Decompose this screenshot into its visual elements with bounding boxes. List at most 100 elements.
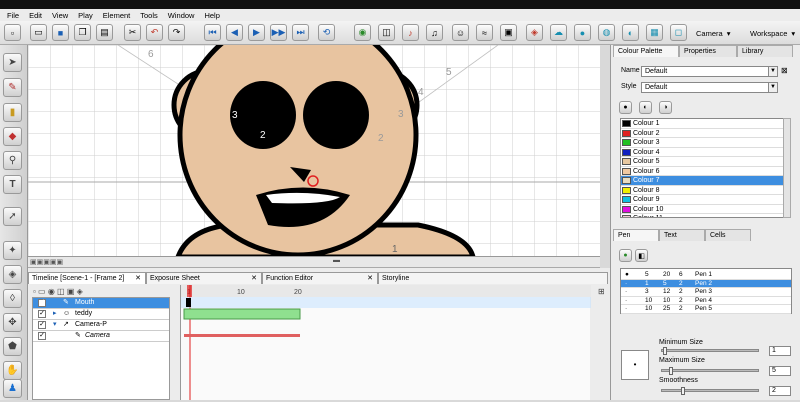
tab-pen[interactable]: Pen (613, 229, 659, 241)
transform-tool-icon[interactable]: ➚ (3, 207, 22, 226)
onion-skin-icon[interactable]: ◉ (354, 24, 371, 41)
camera-dropdown[interactable]: Camera ▾ (696, 26, 730, 40)
colour-row[interactable]: Colour 2 (621, 129, 783, 138)
smoothness-slider[interactable] (661, 389, 759, 392)
layer-row-camera-p[interactable]: ✓ ▾ ↗ Camera-P (33, 320, 169, 331)
brush-tool-icon[interactable]: ✎ (3, 78, 22, 97)
tab-timeline[interactable]: Timeline [Scene-1 - [Frame 2] ✕ (28, 272, 146, 284)
smoothness-slider-thumb[interactable] (681, 387, 685, 395)
colour-row[interactable]: Colour 6 (621, 167, 783, 176)
tab-colour-palette[interactable]: Colour Palette (613, 45, 679, 57)
preview-icon[interactable]: ▣ (500, 24, 517, 41)
close-icon[interactable]: ✕ (135, 273, 141, 284)
zoom-tool-icon[interactable]: ⚲ (3, 151, 22, 170)
layer-row-mouth[interactable]: ✓ ✎ Mouth (33, 298, 169, 309)
tab-text[interactable]: Text (659, 229, 705, 241)
text-tool-icon[interactable]: T (3, 175, 22, 194)
colour-row[interactable]: Colour 7 (621, 176, 783, 186)
colour-row[interactable]: Colour 4 (621, 148, 783, 157)
pen-visibility-icon[interactable]: · (625, 288, 627, 296)
paint-tool-icon[interactable]: ▮ (3, 103, 22, 122)
tab-exposure-sheet[interactable]: Exposure Sheet ✕ (146, 272, 262, 284)
open-folder-icon[interactable]: ▭ (30, 24, 47, 41)
colour-row[interactable]: Colour 3 (621, 138, 783, 148)
max-size-field[interactable]: 5 (769, 366, 791, 376)
mute-icon[interactable]: ♫ (426, 24, 443, 41)
pen-visibility-icon[interactable]: · (625, 297, 627, 305)
colour-row[interactable]: Colour 9 (621, 195, 783, 205)
palette-style-select[interactable]: Default ▼ (641, 82, 778, 93)
layer-row-teddy[interactable]: ✓ ▸ ☺ teddy (33, 309, 169, 320)
morph-tool-icon[interactable]: ⬟ (3, 337, 22, 356)
max-size-slider[interactable] (661, 369, 759, 372)
menu-tools[interactable]: Tools (135, 11, 163, 20)
face-icon[interactable]: ☺ (452, 24, 469, 41)
redo-icon[interactable]: ↷ (168, 24, 185, 41)
delete-colour-icon[interactable]: ◑ (659, 101, 672, 114)
menu-window[interactable]: Window (163, 11, 200, 20)
menu-element[interactable]: Element (98, 11, 136, 20)
colour-row[interactable]: Colour 10 (621, 205, 783, 214)
expand-arrow-icon[interactable]: ▸ (53, 309, 57, 319)
scroll-handle-icon[interactable]: ▬ (333, 257, 340, 264)
weather-icon[interactable]: ☁ (550, 24, 567, 41)
timeline-frames[interactable]: 1 10 20 (180, 285, 591, 400)
new-file-icon[interactable]: ▫ (4, 24, 21, 41)
delete-pen-icon[interactable]: ◧ (635, 249, 648, 262)
play-icon[interactable]: ▶ (248, 24, 265, 41)
timeline-toolbar-icons[interactable]: ▫ ▭ ◉ ◫ ▣ ◈ (33, 287, 83, 296)
smoothness-field[interactable]: 2 (769, 386, 791, 396)
copy-icon[interactable]: ❐ (74, 24, 91, 41)
layer-visibility-checkbox[interactable]: ✓ (38, 299, 46, 307)
tab-storyline[interactable]: Storyline (378, 272, 608, 284)
sound-icon[interactable]: ♪ (402, 24, 419, 41)
menu-file[interactable]: File (2, 11, 24, 20)
add-colour-icon[interactable]: ● (619, 101, 632, 114)
undo-icon[interactable]: ↶ (146, 24, 163, 41)
min-size-slider-thumb[interactable] (663, 347, 667, 355)
expand-icon[interactable]: ⊞ (598, 287, 605, 296)
workspace-dropdown[interactable]: Workspace ▾ (750, 26, 795, 40)
frame-icon[interactable]: ◻ (670, 24, 687, 41)
perspective-tool-icon[interactable]: ◊ (3, 289, 22, 308)
tab-function-editor[interactable]: Function Editor ✕ (262, 272, 378, 284)
palette-menu-icon[interactable]: ⊠ (781, 66, 788, 75)
pen-visibility-icon[interactable]: ● (625, 271, 629, 279)
layer-row-camera[interactable]: ✓ ✎ Camera (33, 331, 169, 342)
menu-edit[interactable]: Edit (24, 11, 47, 20)
hand-tool-icon[interactable]: ✋ (3, 361, 22, 380)
layer-visibility-checkbox[interactable]: ✓ (38, 321, 46, 329)
pen-row[interactable]: · 3 12 2 Pen 3 (621, 288, 791, 297)
colour-row[interactable]: Colour 8 (621, 186, 783, 195)
colour-row[interactable]: Colour 11 (621, 214, 783, 217)
colour-list-scrollbar[interactable] (783, 118, 791, 218)
close-icon[interactable]: ✕ (251, 273, 257, 284)
sphere-icon[interactable]: ● (574, 24, 591, 41)
pen-visibility-icon[interactable]: · (625, 305, 627, 313)
max-size-slider-thumb[interactable] (669, 367, 673, 375)
min-size-field[interactable]: 1 (769, 346, 791, 356)
layer-visibility-checkbox[interactable]: ✓ (38, 332, 46, 340)
contour-tool-icon[interactable]: ◈ (3, 265, 22, 284)
colour-row[interactable]: Colour 5 (621, 157, 783, 167)
pen-row[interactable]: · 10 10 2 Pen 4 (621, 297, 791, 305)
last-frame-icon[interactable]: ⏭ (292, 24, 309, 41)
cube-icon[interactable]: ▦ (646, 24, 663, 41)
palette-name-select[interactable]: Default ▼ (641, 66, 778, 77)
next-frame-icon[interactable]: ▶▶ (270, 24, 287, 41)
menu-view[interactable]: View (47, 11, 73, 20)
pen-row[interactable]: · 10 25 2 Pen 5 (621, 305, 791, 314)
add-pen-icon[interactable]: ● (619, 249, 632, 262)
save-icon[interactable]: ■ (52, 24, 69, 41)
render-icon[interactable]: ◈ (526, 24, 543, 41)
edit-colour-icon[interactable]: ◐ (639, 101, 652, 114)
previous-frame-icon[interactable]: ◀ (226, 24, 243, 41)
select-tool-icon[interactable]: ➤ (3, 53, 22, 72)
pen-row[interactable]: · 1 5 2 Pen 2 (621, 279, 791, 288)
eraser-tool-icon[interactable]: ◆ (3, 127, 22, 146)
light-table-icon[interactable]: ◫ (378, 24, 395, 41)
tab-properties[interactable]: Properties (679, 45, 737, 57)
layer-visibility-checkbox[interactable]: ✓ (38, 310, 46, 318)
tab-library[interactable]: Library (737, 45, 793, 57)
cutter-tool-icon[interactable]: ✦ (3, 241, 22, 260)
